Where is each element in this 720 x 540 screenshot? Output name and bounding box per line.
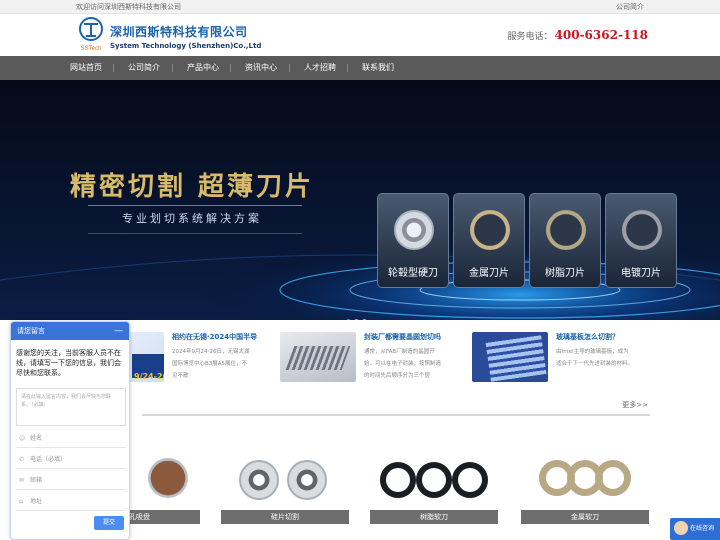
agent-avatar-icon [674, 521, 688, 535]
brand-block: 深圳西斯特科技有限公司 System Technology (Shenzhen)… [110, 23, 261, 50]
product-image [370, 440, 498, 510]
news-thumbnail [472, 332, 548, 382]
nav-about[interactable]: 公司简介 [128, 56, 160, 80]
header: SSTech 深圳西斯特科技有限公司 System Technology (Sh… [0, 14, 720, 56]
news-item[interactable]: 封装厂都需要晶圆划切吗 通常，从FAB厂制造的晶圆开始，可以在电子封装，按照制造… [280, 332, 450, 394]
resin-blade-icon [380, 462, 416, 498]
product-image [521, 440, 649, 510]
hub-blade-icon [239, 460, 279, 500]
news-desc: 通常，从FAB厂制造的晶圆开始，可以在电子封装，按照制造的时间先后顺序分为三个层 [364, 349, 442, 379]
phone-field[interactable]: ✆ 电话（必填） [16, 451, 126, 469]
porous-chuck-icon [148, 458, 188, 498]
nav-products[interactable]: 产品中心 [187, 56, 219, 80]
location-icon: ⌂ [19, 498, 23, 505]
product-label: 轮毂型硬刀 [388, 268, 438, 279]
nav-contact[interactable]: 联系我们 [362, 56, 394, 80]
hub-blade-icon [394, 210, 434, 250]
top-bar: 欢迎访问深圳西斯特科技有限公司 公司简介 [0, 0, 720, 14]
more-link[interactable]: 更多>> [622, 400, 648, 410]
consult-label: 在线咨询 [690, 525, 715, 532]
product-image [221, 440, 349, 510]
product-card[interactable]: 硅片切割 [221, 440, 349, 524]
resin-blade-icon [416, 462, 452, 498]
slider-dot[interactable] [354, 319, 359, 320]
top-link-about[interactable]: 公司简介 [616, 0, 644, 14]
news-desc: 由Intel主导的玻璃基板，成为适合于下一代先进封装的材料。 [556, 349, 634, 367]
electroplated-blade-icon [622, 210, 662, 250]
news-title[interactable]: 玻璃基板怎么切割？ [556, 332, 619, 342]
section-divider [142, 414, 650, 416]
nav-separator [347, 64, 348, 72]
chat-message: 感谢您的关注，当前客服人员不在线，请填写一下您的信息，我们会尽快和您联系。 [16, 349, 121, 377]
banner-subtitle: 专业划切系统解决方案 [122, 212, 262, 225]
product-caption[interactable]: 硅片切割 [221, 510, 349, 524]
metal-blade-icon [470, 210, 510, 250]
hero-banner[interactable]: 精密切割 超薄刀片 专业划切系统解决方案 轮毂型硬刀 金属刀片 树脂刀片 电镀刀… [0, 80, 720, 320]
hub-blade-icon [287, 460, 327, 500]
hotline-number[interactable]: 400-6362-118 [555, 28, 648, 42]
product-card[interactable]: 树脂软刀 [370, 440, 498, 524]
nav-jobs[interactable]: 人才招聘 [304, 56, 336, 80]
product-caption[interactable]: 树脂软刀 [370, 510, 498, 524]
banner-product-resin-blade[interactable]: 树脂刀片 [529, 193, 601, 288]
nav-separator [230, 64, 231, 72]
banner-product-electroplated-blade[interactable]: 电镀刀片 [605, 193, 677, 288]
chat-title: 请您留言 [17, 327, 45, 335]
slider-dots [346, 309, 370, 320]
svg-text:SSTech: SSTech [81, 46, 102, 52]
field-placeholder: 姓名 [30, 435, 43, 442]
email-field[interactable]: ✉ 邮箱 [16, 472, 126, 490]
product-caption[interactable]: 金属软刀 [521, 510, 649, 524]
nav-separator [289, 64, 290, 72]
online-consult-button[interactable]: 在线咨询 [670, 518, 720, 540]
slider-dot[interactable] [362, 319, 367, 320]
nav-home[interactable]: 网站首页 [70, 56, 102, 80]
banner-divider [88, 205, 302, 206]
chat-widget: 请您留言 — 感谢您的关注，当前客服人员不在线，请填写一下您的信息，我们会尽快和… [10, 321, 130, 540]
product-label: 金属刀片 [469, 268, 509, 279]
nav-separator [172, 64, 173, 72]
banner-product-hub-blade[interactable]: 轮毂型硬刀 [377, 193, 449, 288]
slider-dot[interactable] [346, 319, 351, 320]
submit-button[interactable]: 提交 [94, 516, 124, 530]
mail-icon: ✉ [19, 477, 25, 484]
product-label: 电镀刀片 [621, 268, 661, 279]
field-placeholder: 电话（必填） [30, 456, 67, 463]
resin-blade-icon [452, 462, 488, 498]
message-textarea[interactable]: 请在此输入留言内容，我们会尽快与您联系。（必填） [16, 388, 126, 426]
welcome-text: 欢迎访问深圳西斯特科技有限公司 [76, 3, 181, 11]
person-icon: ☺ [19, 435, 26, 442]
news-item[interactable]: 玻璃基板怎么切割？ 由Intel主导的玻璃基板，成为适合于下一代先进封装的材料。 [472, 332, 642, 394]
banner-title: 精密切割 超薄刀片 [70, 172, 315, 202]
company-name-en: System Technology (Shenzhen)Co.,Ltd [110, 42, 262, 50]
phone-icon: ✆ [19, 456, 25, 463]
main-nav: 网站首页 公司简介 产品中心 资讯中心 人才招聘 联系我们 [0, 56, 720, 80]
news-thumbnail [280, 332, 356, 382]
news-desc: 2024年9月24-26日，无锡太湖国际博览中心B3展A5展位，不见不散 [172, 349, 250, 379]
banner-product-metal-blade[interactable]: 金属刀片 [453, 193, 525, 288]
minimize-icon[interactable]: — [114, 322, 123, 340]
banner-divider [88, 233, 302, 234]
field-placeholder: 邮箱 [30, 477, 43, 484]
name-field[interactable]: ☺ 姓名 [16, 430, 126, 448]
hotline: 服务电话： 400-6362-118 [508, 28, 648, 42]
news-thumbnail-date: 9/24-26 [134, 372, 164, 381]
chat-header[interactable]: 请您留言 — [11, 322, 129, 340]
news-title[interactable]: 相约在无锡·2024中国半导 [172, 332, 257, 342]
nav-separator [113, 64, 114, 72]
news-title[interactable]: 封装厂都需要晶圆划切吗 [364, 332, 441, 342]
address-field[interactable]: ⌂ 地址 [16, 493, 126, 511]
hotline-label: 服务电话： [507, 32, 553, 42]
metal-blade-icon [595, 460, 631, 496]
product-label: 树脂刀片 [545, 268, 585, 279]
nav-news[interactable]: 资讯中心 [245, 56, 277, 80]
field-placeholder: 地址 [30, 498, 43, 505]
company-logo[interactable]: SSTech [78, 17, 104, 53]
company-name-cn: 深圳西斯特科技有限公司 [110, 25, 248, 39]
resin-blade-icon [546, 210, 586, 250]
product-card[interactable]: 金属软刀 [521, 440, 649, 524]
